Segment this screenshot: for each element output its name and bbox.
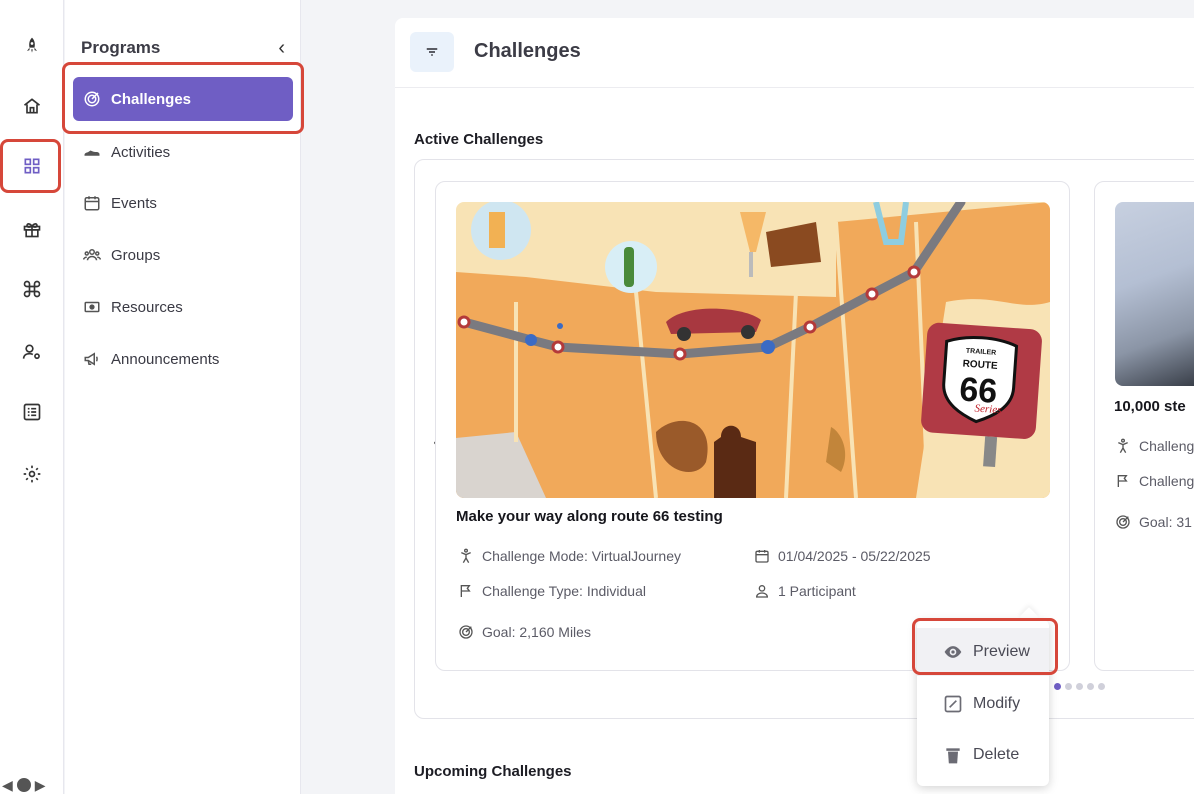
challenge-goal: Goal: 31 [1115, 514, 1192, 530]
pager-dot[interactable] [1054, 683, 1061, 690]
challenge-mode-text: Challeng [1139, 438, 1194, 454]
challenge-dates: 01/04/2025 - 05/22/2025 [754, 548, 931, 564]
nav-item-groups[interactable]: Groups [73, 233, 293, 277]
challenge-goal-text: Goal: 31 [1139, 514, 1192, 530]
delete-menu-item[interactable]: Delete [917, 731, 1049, 779]
edit-icon [944, 695, 962, 713]
preview-highlight [912, 618, 1058, 675]
scroll-thumb[interactable] [16, 778, 31, 792]
rocket-icon[interactable] [16, 30, 48, 62]
target-icon [459, 625, 473, 639]
challenge-image: TRAILER ROUTE 66 Series [456, 202, 1050, 498]
sneaker-icon [84, 150, 100, 156]
scroll-left-icon[interactable]: ◀ [2, 777, 13, 794]
nav-item-label: Groups [111, 246, 161, 264]
group-icon [83, 249, 101, 261]
calendar-icon [84, 196, 100, 211]
nav-item-activities[interactable]: Activities [73, 130, 293, 174]
person-stretch-icon [1118, 438, 1128, 453]
challenge-type: Challeng [1115, 473, 1194, 489]
challenge-goal: Goal: 2,160 Miles [458, 624, 591, 640]
flag-icon [1117, 475, 1128, 487]
nav-item-announcements[interactable]: Announcements [73, 337, 293, 381]
nav-item-label: Activities [111, 143, 171, 161]
home-icon[interactable] [16, 90, 48, 122]
gift-icon[interactable] [16, 213, 48, 245]
carousel-pager [1054, 683, 1105, 690]
nav-highlight [62, 62, 304, 134]
main-panel: Challenges Active Challenges ‹ [395, 18, 1194, 794]
filter-icon [426, 48, 438, 56]
challenge-participants-text: 1 Participant [778, 583, 856, 599]
nav-item-label: Resources [111, 298, 183, 316]
header-divider [395, 87, 1194, 88]
command-icon[interactable] [16, 273, 48, 305]
scroll-right-icon[interactable]: ▶ [35, 777, 46, 794]
calendar-icon [755, 550, 769, 563]
challenge-participants: 1 Participant [754, 583, 856, 599]
challenge-dates-text: 01/04/2025 - 05/22/2025 [778, 548, 931, 564]
pager-dot[interactable] [1076, 683, 1083, 690]
challenge-goal-text: Goal: 2,160 Miles [482, 624, 591, 640]
sign-series-text: Series [974, 402, 1002, 416]
list-icon[interactable] [16, 396, 48, 428]
modify-menu-item[interactable]: Modify [917, 680, 1049, 728]
filter-button[interactable] [410, 32, 454, 72]
nav-item-label: Events [111, 194, 157, 212]
challenge-card[interactable]: 10,000 ste Challeng Challeng Goal: 31 [1094, 181, 1194, 671]
gear-icon[interactable] [16, 458, 48, 490]
nav-item-resources[interactable]: Resources [73, 285, 293, 329]
challenge-type: Challenge Type: Individual [458, 583, 646, 599]
challenge-mode-text: Challenge Mode: VirtualJourney [482, 548, 681, 564]
user-settings-icon[interactable] [16, 336, 48, 368]
nav-item-events[interactable]: Events [73, 181, 293, 225]
pager-dot[interactable] [1098, 683, 1105, 690]
challenge-type-text: Challenge Type: Individual [482, 583, 646, 599]
flag-icon [460, 585, 471, 597]
trash-icon [946, 748, 960, 764]
pager-dot[interactable] [1065, 683, 1072, 690]
challenge-image [1115, 202, 1194, 386]
challenge-type-text: Challeng [1139, 473, 1194, 489]
section-title-active: Active Challenges [414, 131, 544, 148]
nav-title: Programs [81, 38, 161, 57]
nav-header: Programs ‹ [81, 38, 285, 58]
person-stretch-icon [461, 548, 471, 563]
pager-dot[interactable] [1087, 683, 1094, 690]
challenge-title: 10,000 ste [1114, 398, 1186, 415]
challenge-title: Make your way along route 66 testing [456, 508, 723, 525]
challenge-mode: Challeng [1115, 438, 1194, 454]
horizontal-scrollbar[interactable]: ◀ ▶ [0, 776, 64, 794]
person-icon [755, 585, 769, 598]
target-icon [1116, 515, 1130, 529]
modify-label: Modify [973, 695, 1021, 712]
chevron-left-icon[interactable]: ‹ [278, 38, 285, 58]
challenge-mode: Challenge Mode: VirtualJourney [458, 548, 681, 564]
page-title: Challenges [474, 40, 581, 62]
delete-label: Delete [973, 746, 1020, 763]
nav-item-label: Announcements [111, 350, 220, 368]
section-title-upcoming: Upcoming Challenges [414, 763, 572, 780]
grid-icon[interactable] [16, 150, 48, 182]
challenge-card[interactable]: TRAILER ROUTE 66 Series Make your way al… [435, 181, 1070, 671]
icon-rail: ◀ ▶ [0, 0, 64, 794]
megaphone-icon [84, 352, 98, 366]
money-icon [84, 301, 100, 313]
